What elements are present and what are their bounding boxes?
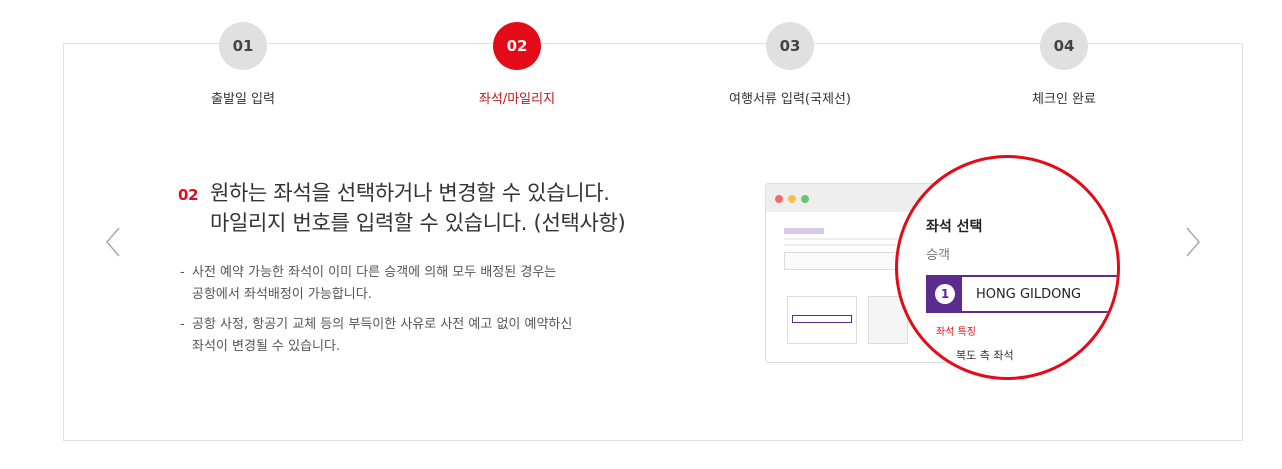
step-2: 02 좌석/마일리지: [447, 22, 587, 107]
seat-selection-title: 좌석 선택: [926, 219, 983, 235]
step-number: 01: [219, 22, 267, 70]
passenger-name: HONG GILDONG: [976, 286, 1082, 302]
notice-item: 공항 사정, 항공기 교체 등의 부득이한 사유로 사전 예고 없이 예약하신 …: [178, 314, 658, 358]
passenger-number-badge: 1: [928, 277, 962, 311]
seat-card-thumbnail: [787, 296, 857, 344]
step-number: 03: [766, 22, 814, 70]
chevron-right-icon: [1186, 227, 1200, 257]
close-dot-icon: [775, 195, 783, 203]
step-label: 좌석/마일리지: [478, 92, 556, 107]
zoom-magnifier: 좌석 선택 승객 1 HONG GILDONG 좌석 특징 복도 측 좌석: [895, 155, 1120, 380]
step-number: 04: [1040, 22, 1088, 70]
chevron-left-icon: [106, 227, 120, 257]
passenger-pill: 1 HONG GILDONG: [926, 275, 1117, 313]
description-headline: 02 원하는 좌석을 선택하거나 변경할 수 있습니다. 마일리지 번호를 입력…: [178, 178, 698, 238]
step-label: 체크인 완료: [1032, 92, 1096, 107]
passenger-heading: 승객: [926, 248, 950, 263]
step-1: 01 출발일 입력: [173, 22, 313, 107]
seatmap-title-bar: [784, 228, 824, 234]
seat-feature-value: 복도 측 좌석: [956, 349, 1014, 362]
step-label: 출발일 입력: [211, 92, 275, 107]
maximize-dot-icon: [801, 195, 809, 203]
step-number: 02: [493, 22, 541, 70]
notice-list: 사전 예약 가능한 좌석이 이미 다른 승객에 의해 모두 배정된 경우는 공항…: [178, 262, 698, 358]
description-number: 02: [178, 186, 199, 204]
step-label: 여행서류 입력(국제선): [729, 92, 851, 107]
headline-line-2: 마일리지 번호를 입력할 수 있습니다. (선택사항): [210, 211, 626, 235]
step-4: 04 체크인 완료: [994, 22, 1134, 107]
seat-feature-label: 좌석 특징: [936, 327, 976, 338]
notice-item: 사전 예약 가능한 좌석이 이미 다른 승객에 의해 모두 배정된 경우는 공항…: [178, 262, 658, 306]
next-slide-button[interactable]: [1180, 226, 1206, 258]
minimize-dot-icon: [788, 195, 796, 203]
prev-slide-button[interactable]: [100, 226, 126, 258]
step-3: 03 여행서류 입력(국제선): [720, 22, 860, 107]
step-description: 02 원하는 좌석을 선택하거나 변경할 수 있습니다. 마일리지 번호를 입력…: [178, 178, 698, 366]
headline-line-1: 원하는 좌석을 선택하거나 변경할 수 있습니다.: [210, 181, 610, 205]
